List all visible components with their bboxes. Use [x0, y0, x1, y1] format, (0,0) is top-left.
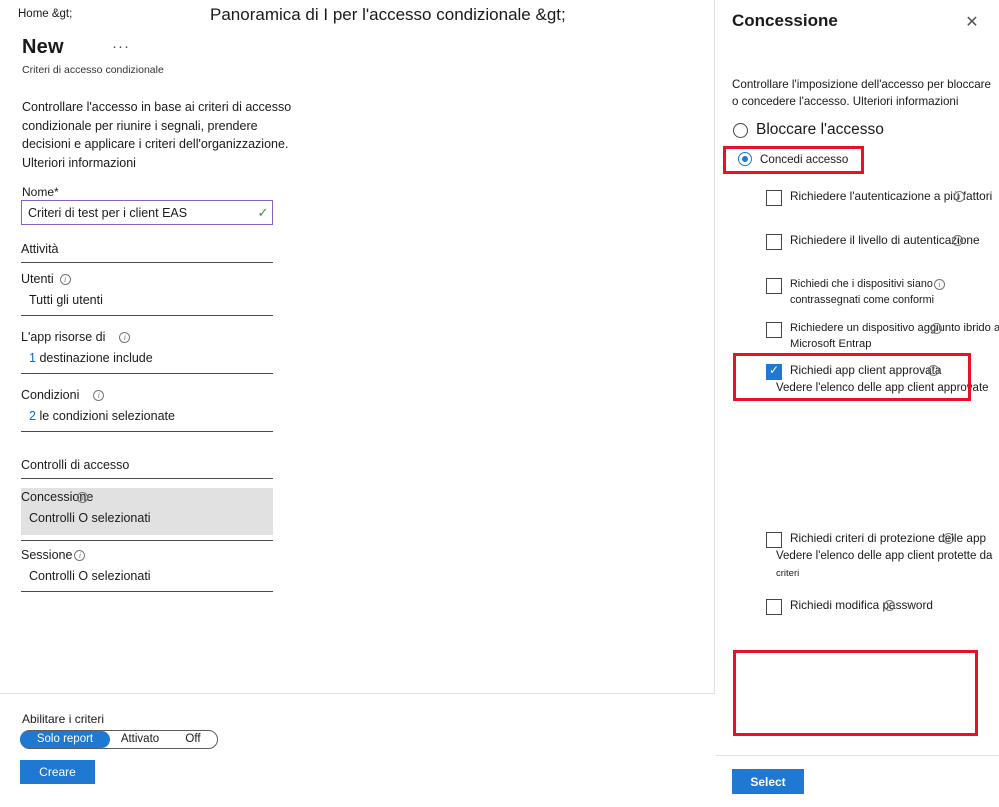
info-icon[interactable]: i: [954, 191, 965, 202]
resources-label: L'app risorse di: [21, 330, 106, 344]
breadcrumb[interactable]: Home &gt;: [18, 8, 72, 20]
name-input-wrapper[interactable]: ✓: [21, 200, 273, 225]
conditions-section[interactable]: Condizioni i 2 le condizioni selezionate: [21, 388, 273, 432]
resources-section[interactable]: L'app risorse di i 1 destinazione includ…: [21, 330, 273, 374]
users-section[interactable]: Utenti i Tutti gli utenti: [21, 272, 273, 316]
control-label: Richiedi che i dispositivi siano contras…: [790, 278, 935, 306]
control-sublink[interactable]: Vedere l'elenco delle app client approva…: [776, 380, 999, 396]
control-label: Richiedere l'autenticazione a più fattor…: [790, 189, 993, 203]
toggle-option-on[interactable]: Attivato: [110, 731, 170, 748]
divider: [21, 540, 273, 541]
create-button[interactable]: Creare: [20, 760, 95, 784]
info-icon[interactable]: i: [93, 389, 105, 401]
radio-grant-access[interactable]: Concedi accesso: [738, 152, 848, 166]
divider: [21, 591, 273, 592]
grant-panel-footer: Select: [716, 755, 999, 807]
app-root: Home &gt; Panoramica di I per l'accesso …: [0, 0, 999, 807]
radio-block-access-label: Bloccare l'accesso: [756, 121, 884, 138]
grant-section[interactable]: Concessione i Controlli O selezionati: [21, 488, 273, 535]
conditions-value: le condizioni selezionate: [39, 409, 175, 423]
resources-value: destinazione include: [39, 351, 153, 365]
divider: [21, 373, 273, 374]
grant-panel: Concessione ✕ Controllare l'imposizione …: [716, 0, 999, 807]
control-sublink[interactable]: Vedere l'elenco delle app client protett…: [776, 548, 999, 564]
checkbox-require-app-protection-policy[interactable]: [766, 532, 782, 548]
info-icon[interactable]: i: [77, 491, 89, 503]
select-button[interactable]: Select: [732, 769, 804, 794]
info-icon[interactable]: i: [884, 600, 895, 611]
divider: [21, 315, 273, 316]
left-pane: Home &gt; Panoramica di I per l'accesso …: [0, 0, 715, 807]
info-icon[interactable]: i: [943, 533, 954, 544]
radio-indicator: [733, 122, 748, 138]
checkbox-require-password-change[interactable]: [766, 599, 782, 615]
enable-policy-label: Abilitare i criteri: [22, 712, 105, 726]
session-value: Controlli O selezionati: [29, 569, 151, 583]
more-options-button[interactable]: ···: [112, 39, 130, 54]
checkbox-require-hybrid-joined-device[interactable]: [766, 322, 782, 338]
name-field-label: Nome*: [22, 185, 59, 199]
control-label: Richiedere un dispositivo aggiunto ibrid…: [790, 322, 999, 350]
page-title: New: [22, 36, 64, 58]
info-icon[interactable]: i: [59, 273, 71, 285]
breadcrumb-current-page[interactable]: Panoramica di I per l'accesso condiziona…: [210, 5, 566, 25]
users-label: Utenti: [21, 272, 54, 286]
grant-value: Controlli O selezionati: [29, 511, 151, 525]
info-icon[interactable]: i: [952, 235, 963, 246]
name-input[interactable]: [22, 201, 254, 224]
info-icon[interactable]: i: [931, 323, 942, 334]
assignments-section-header: Attività: [21, 242, 273, 263]
page-subtitle: Criteri di accesso condizionale: [22, 64, 164, 76]
checkbox-require-approved-client-app[interactable]: [766, 363, 782, 380]
checkbox-require-compliant-device[interactable]: [766, 278, 782, 294]
session-label: Sessione: [21, 548, 73, 562]
panel-description: Controllare l'imposizione dell'accesso p…: [732, 78, 991, 108]
control-label: Richiedi criteri di protezione delle app: [790, 531, 987, 545]
info-icon[interactable]: i: [934, 279, 945, 290]
breadcrumb-home[interactable]: Home &gt;: [18, 8, 72, 20]
checkbox-require-auth-strength[interactable]: [766, 234, 782, 250]
info-icon[interactable]: i: [119, 331, 131, 343]
toggle-option-off[interactable]: Off: [170, 731, 216, 748]
toggle-option-report-only[interactable]: Solo report: [20, 731, 110, 748]
bottom-strip: [0, 803, 999, 807]
control-sublink-cont[interactable]: criteri: [776, 566, 996, 582]
resources-count: 1: [29, 351, 36, 365]
conditions-label: Condizioni: [21, 388, 80, 402]
conditions-count: 2: [29, 409, 36, 423]
divider: [21, 431, 273, 432]
info-icon[interactable]: i: [928, 365, 939, 376]
access-controls-section-header: Controlli di accesso: [21, 458, 273, 479]
checkbox-require-mfa[interactable]: [766, 190, 782, 206]
radio-indicator: [738, 152, 752, 166]
users-value: Tutti gli utenti: [29, 293, 103, 307]
enable-policy-toggle-group[interactable]: Solo report Attivato Off: [20, 730, 218, 749]
control-label: Richiedi app client approvata: [790, 363, 942, 377]
radio-block-access[interactable]: Bloccare l'accesso: [733, 121, 884, 139]
info-icon[interactable]: i: [74, 549, 86, 561]
access-controls-header-label: Controlli di accesso: [21, 458, 273, 479]
left-pane-footer: Abilitare i criteri Solo report Attivato…: [0, 693, 715, 807]
control-label: Richiedere il livello di autenticazione: [790, 233, 980, 247]
policy-description: Controllare l'accesso in base ai criteri…: [22, 100, 292, 170]
radio-grant-access-label: Concedi accesso: [760, 152, 849, 166]
checkmark-icon: ✓: [257, 204, 269, 220]
session-section[interactable]: Sessione i Controlli O selezionati: [21, 548, 273, 592]
panel-title: Concessione: [732, 11, 838, 30]
assignments-header-label: Attività: [21, 242, 273, 263]
close-icon[interactable]: ✕: [959, 11, 985, 35]
